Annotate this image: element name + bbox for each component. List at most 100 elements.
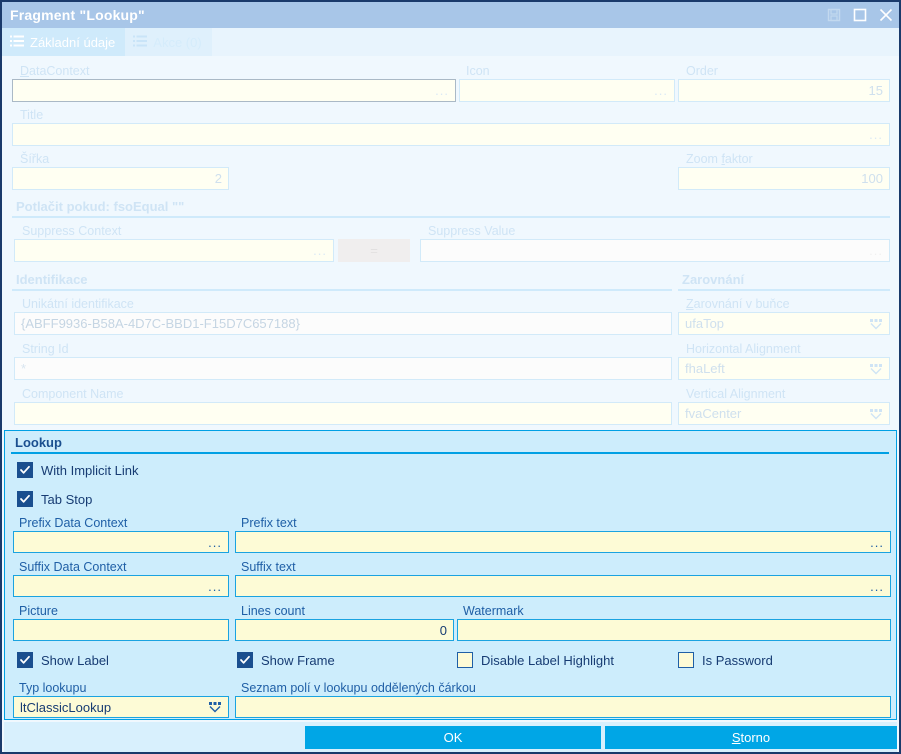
cell-alignment-select[interactable]: ufaTop [678,312,890,335]
is-password-checkbox[interactable]: Is Password [678,652,773,668]
save-icon[interactable] [821,2,847,28]
prefix-text-label: Prefix text [241,516,297,530]
checkbox-label: Show Label [41,652,109,668]
zoom-faktor-value: 100 [861,171,883,186]
suppress-section: Potlačit pokud: fsoEqual "" [12,199,890,218]
component-name-label: Component Name [22,387,124,401]
order-value: 15 [868,83,883,98]
horizontal-alignment-value: fhaLeft [685,361,725,376]
vertical-alignment-value: fvaCenter [685,406,742,421]
unique-id-label: Unikátní identifikace [22,297,134,311]
prefix-text-input[interactable]: ... [235,531,891,553]
title-input[interactable]: ... [12,123,890,146]
lookup-section-title: Lookup [15,435,62,450]
tab-stop-checkbox[interactable]: Tab Stop [17,491,92,507]
lines-count-value: 0 [439,622,447,638]
zarovnani-section-rule [678,289,890,291]
component-name-input[interactable] [14,402,672,425]
tab-akce[interactable]: Akce (0) [125,28,212,56]
lookup-section-rule [11,452,889,454]
show-frame-checkbox[interactable]: Show Frame [237,652,335,668]
ellipsis-icon[interactable]: ... [435,83,449,98]
list-icon [133,35,148,50]
ok-button[interactable]: OK [305,726,601,749]
chevron-down-icon[interactable] [208,701,222,713]
checkbox-box [17,491,33,507]
zoom-faktor-label: Zoom faktor [686,152,753,166]
checkbox-label: With Implicit Link [41,462,139,478]
suppress-value-input[interactable]: ... [420,239,890,262]
suffix-data-context-label: Suffix Data Context [19,560,127,574]
datacontext-input[interactable]: ... [12,79,456,102]
tab-zakladni-udaje[interactable]: Základní údaje [2,28,126,56]
horizontal-alignment-label: Horizontal Alignment [686,342,801,356]
ellipsis-icon[interactable]: ... [869,243,883,258]
with-implicit-link-checkbox[interactable]: With Implicit Link [17,462,139,478]
close-icon[interactable] [873,2,899,28]
checkbox-label: Show Frame [261,652,335,668]
lookup-pane: Lookup With Implicit Link Tab Stop Prefi… [4,430,897,720]
disable-label-highlight-checkbox[interactable]: Disable Label Highlight [457,652,614,668]
basic-data-pane: DataContext ... Icon ... Order 15 Title … [4,56,897,428]
suppress-operator-button[interactable]: = [338,239,410,262]
ellipsis-icon[interactable]: ... [870,579,884,594]
prefix-data-context-label: Prefix Data Context [19,516,128,530]
order-label: Order [686,64,718,78]
ok-button-label: OK [443,730,463,745]
icon-label: Icon [466,64,490,78]
show-label-checkbox[interactable]: Show Label [17,652,109,668]
suppress-context-input[interactable]: ... [14,239,334,262]
checkbox-label: Is Password [702,652,773,668]
ellipsis-icon[interactable]: ... [313,243,327,258]
title-bar: Fragment "Lookup" [2,2,899,28]
chevron-down-icon[interactable] [869,363,883,375]
storno-accel: S [731,730,741,745]
order-input[interactable]: 15 [678,79,890,102]
suffix-text-input[interactable]: ... [235,575,891,597]
cell-alignment-value: ufaTop [685,316,725,331]
ellipsis-icon[interactable]: ... [869,127,883,142]
prefix-data-context-input[interactable]: ... [13,531,229,553]
checkbox-box [237,652,253,668]
suppress-operator-label: = [370,243,378,258]
chevron-down-icon[interactable] [869,318,883,330]
storno-button[interactable]: Storno [605,726,897,749]
fragment-lookup-dialog: Fragment "Lookup" Základní údaje Akce (0… [0,0,901,754]
cell-alignment-label: Zarovnání v buňce [686,297,790,311]
typ-lookupu-value: ltClassicLookup [20,699,112,715]
ellipsis-icon[interactable]: ... [208,579,222,594]
dialog-footer: OK Storno [4,722,897,752]
field-list-label: Seznam polí v lookupu oddělených čárkou [241,681,476,695]
suffix-data-context-input[interactable]: ... [13,575,229,597]
sirka-input[interactable]: 2 [12,167,229,190]
vertical-alignment-select[interactable]: fvaCenter [678,402,890,425]
ellipsis-icon[interactable]: ... [870,535,884,550]
identifikace-section-title: Identifikace [16,272,88,287]
chevron-down-icon[interactable] [869,408,883,420]
unique-id-value: {ABFF9936-B58A-4D7C-BBD1-F15D7C657188} [21,316,300,331]
string-id-input[interactable]: * [14,357,672,380]
tab-strip: Základní údaje Akce (0) [2,28,899,56]
window-title: Fragment "Lookup" [10,7,145,23]
checkbox-box [17,462,33,478]
unique-id-input[interactable]: {ABFF9936-B58A-4D7C-BBD1-F15D7C657188} [14,312,672,335]
suppress-section-rule [12,216,890,218]
checkbox-box [17,652,33,668]
horizontal-alignment-select[interactable]: fhaLeft [678,357,890,380]
lookup-section: Lookup [11,435,889,454]
typ-lookupu-select[interactable]: ltClassicLookup [13,696,229,718]
field-list-input[interactable] [235,696,891,718]
sirka-value: 2 [214,171,222,186]
watermark-input[interactable] [457,619,891,641]
picture-input[interactable] [13,619,229,641]
list-icon [10,35,24,50]
icon-input[interactable]: ... [459,79,675,102]
lines-count-input[interactable]: 0 [235,619,454,641]
ellipsis-icon[interactable]: ... [654,83,668,98]
ellipsis-icon[interactable]: ... [208,535,222,550]
maximize-icon[interactable] [847,2,873,28]
sirka-label: Šířka [20,152,50,166]
checkbox-box [457,652,473,668]
zoom-faktor-input[interactable]: 100 [678,167,890,190]
suppress-context-label: Suppress Context [22,224,122,238]
